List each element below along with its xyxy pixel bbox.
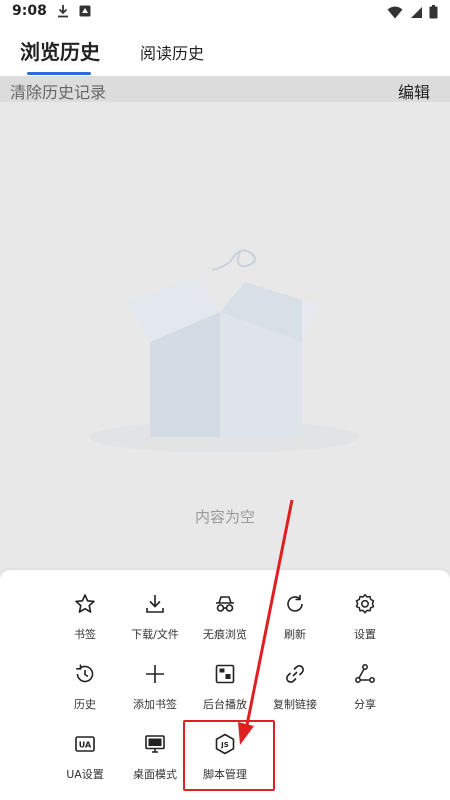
menu-item-add-bookmark[interactable]: 添加书签: [120, 662, 190, 722]
gear-icon: [355, 594, 375, 614]
tab-read-history[interactable]: 阅读历史: [140, 40, 204, 64]
menu-item-downloads[interactable]: 下载/文件: [120, 592, 190, 652]
menu-item-bookmarks[interactable]: 书签: [50, 592, 120, 652]
clear-history-button[interactable]: 清除历史记录: [10, 79, 106, 103]
star-icon: [75, 594, 95, 613]
status-notification-icons: [56, 4, 92, 18]
active-tab-indicator: [27, 72, 91, 75]
menu-item-copy-link[interactable]: 复制链接: [260, 662, 330, 722]
menu-item-refresh[interactable]: 刷新: [260, 592, 330, 652]
status-bar: 9:08: [0, 0, 450, 24]
history-actionbar: 清除历史记录 编辑: [0, 76, 450, 102]
download-notification-icon: [58, 5, 68, 18]
battery-icon: [429, 5, 438, 19]
app-notification-icon: [79, 5, 91, 17]
ua-icon: UA: [75, 736, 95, 752]
plus-icon: [146, 665, 164, 683]
menu-item-history[interactable]: 历史: [50, 662, 120, 722]
history-icon: [76, 664, 94, 683]
edit-button[interactable]: 编辑: [398, 79, 430, 103]
menu-item-ua-settings[interactable]: UA UA设置: [50, 732, 120, 792]
share-icon: [355, 664, 375, 683]
menu-item-label: 设置: [354, 628, 376, 641]
incognito-icon: [216, 596, 234, 612]
menu-item-label: 分享: [354, 698, 376, 711]
download-icon: [146, 595, 164, 613]
menu-item-desktop-mode[interactable]: 桌面模式: [120, 732, 190, 792]
empty-state-text: 内容为空: [194, 508, 255, 526]
empty-box-illustration: [90, 249, 360, 452]
background-play-icon: [215, 664, 235, 684]
status-system-icons: [387, 5, 438, 19]
refresh-icon: [287, 595, 303, 612]
wifi-icon: [387, 6, 403, 18]
menu-item-settings[interactable]: 设置: [330, 592, 400, 652]
svg-text:UA: UA: [79, 741, 92, 750]
signal-icon: [411, 6, 422, 18]
status-time: 9:08: [12, 3, 47, 19]
menu-item-background-play[interactable]: 后台播放: [190, 662, 260, 722]
history-list-area: 内容为空: [0, 102, 450, 570]
highlight-box: [183, 720, 275, 791]
link-icon: [286, 665, 304, 683]
tab-browse-history[interactable]: 浏览历史: [20, 36, 100, 65]
menu-item-incognito[interactable]: 无痕浏览: [190, 592, 260, 652]
history-tabbar: 浏览历史 阅读历史: [0, 24, 450, 76]
menu-item-share[interactable]: 分享: [330, 662, 400, 722]
desktop-icon: [145, 735, 165, 753]
